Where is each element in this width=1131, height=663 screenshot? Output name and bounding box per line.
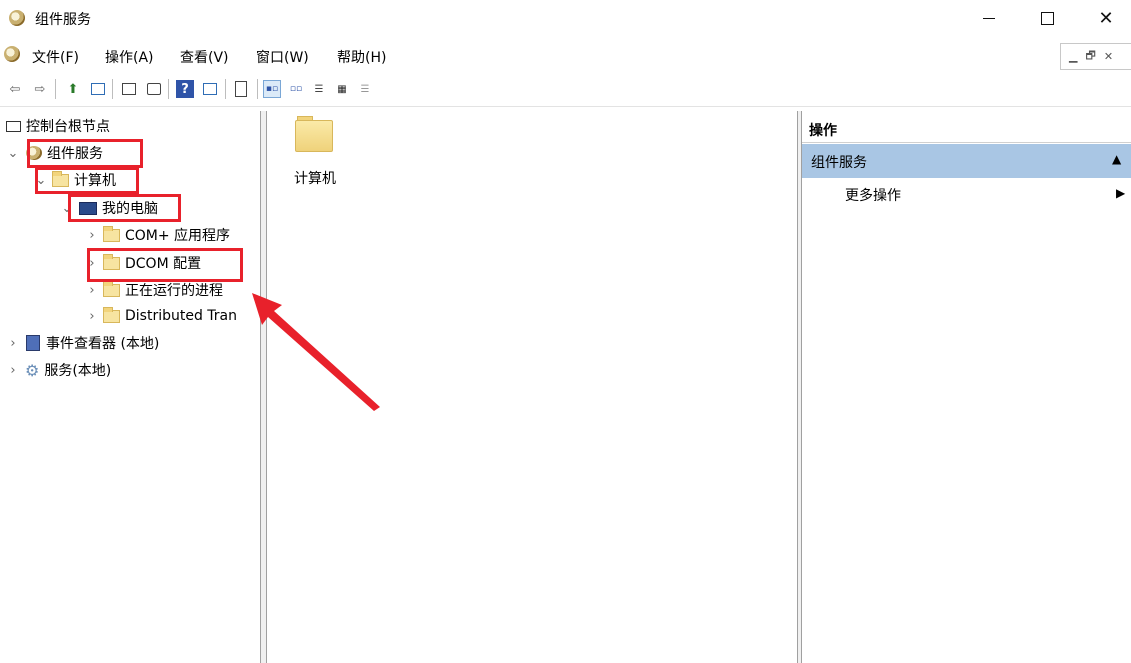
menu-bar [0,40,1131,70]
console-root-icon [6,120,21,132]
toolbar-separator [225,79,226,99]
minimize-icon [983,17,995,19]
chevron-down-icon[interactable]: ⌄ [6,146,20,161]
toolbar-separator [112,79,113,99]
tree-item-event-viewer[interactable]: › 事件查看器 (本地) [6,330,159,356]
chevron-right-icon[interactable]: › [85,309,99,324]
toolbar [0,72,1131,107]
minimize-button[interactable] [966,0,1012,36]
chevron-right-icon[interactable]: › [6,363,20,378]
chevron-right-icon[interactable]: › [85,283,99,298]
actions-title: 操作 [809,123,837,139]
maximize-button[interactable] [1024,0,1070,36]
help-icon[interactable]: ? [176,80,194,98]
chevron-right-icon[interactable]: › [85,228,99,243]
highlight-box [27,139,143,168]
up-folder-icon[interactable]: ⬆ [64,80,82,98]
new-window-icon[interactable] [232,80,250,98]
more-actions-item[interactable]: 更多操作 [845,185,901,205]
collapse-arrow-icon[interactable]: ▲ [1112,152,1121,166]
tree-label: 服务(本地) [44,363,112,379]
submenu-arrow-icon[interactable]: ▶ [1116,186,1125,200]
folder-icon [103,280,120,297]
show-hide-tree-icon[interactable] [89,80,107,98]
tree-label: COM+ 应用程序 [125,228,231,244]
tree-label: Distributed Tran [125,308,237,324]
small-icons-view-icon[interactable]: ▫▫ [287,80,305,98]
component-services-icon [9,10,25,26]
refresh-icon[interactable] [145,80,163,98]
mdi-restore-icon[interactable]: 🗗 [1085,47,1095,66]
window-title: 组件服务 [35,12,91,28]
maximize-icon [1040,11,1054,25]
export-list-icon[interactable]: ☰ [356,80,374,98]
toolbar-separator [168,79,169,99]
gear-icon: ⚙ [25,360,40,380]
mdi-window-controls: ▁ 🗗 ✕ [1060,43,1131,70]
toolbar-separator [257,79,258,99]
list-view-icon[interactable]: ☰ [310,80,328,98]
close-button[interactable]: ✕ [1083,0,1129,36]
show-hide-action-pane-icon[interactable] [201,80,219,98]
mdi-close-icon[interactable]: ✕ [1104,50,1113,63]
folder-icon[interactable] [295,120,333,152]
menu-help[interactable]: 帮助(H) [337,47,386,67]
detail-view-icon[interactable]: ▦ [333,80,351,98]
actions-section-label: 组件服务 [811,155,867,171]
actions-header [802,116,1131,143]
highlight-box [68,194,181,222]
mdi-minimize-icon[interactable]: ▁ [1069,50,1077,63]
forward-arrow-icon[interactable]: ⇨ [31,80,49,98]
content-item-label[interactable]: 计算机 [294,168,336,188]
event-viewer-icon [26,335,40,351]
folder-icon [103,306,120,323]
properties-icon[interactable] [120,80,138,98]
close-icon: ✕ [1098,7,1114,29]
menu-window[interactable]: 窗口(W) [256,47,309,67]
menu-view[interactable]: 查看(V) [180,47,229,67]
highlight-box [35,167,139,194]
tree-label: 控制台根节点 [26,119,110,135]
tree-item-services[interactable]: › ⚙ 服务(本地) [6,357,111,383]
tree-item-console-root[interactable]: 控制台根节点 [6,113,110,139]
back-arrow-icon[interactable]: ⇦ [6,80,24,98]
large-icons-view-icon[interactable]: ▪▫ [263,80,281,98]
tree-item-distributed-transaction[interactable]: › Distributed Tran [85,303,260,329]
annotation-arrow [252,293,380,411]
folder-icon [103,225,120,242]
tree-item-com-plus[interactable]: › COM+ 应用程序 [85,222,230,248]
menu-action[interactable]: 操作(A) [105,47,154,67]
toolbar-separator [55,79,56,99]
mmc-system-menu-icon[interactable] [4,46,20,62]
tree-label: 正在运行的进程 [125,283,223,299]
highlight-box [87,248,243,282]
menu-file[interactable]: 文件(F) [32,47,79,67]
tree-label: 事件查看器 (本地) [46,336,160,352]
title-bar [0,0,1131,38]
chevron-right-icon[interactable]: › [6,336,20,351]
